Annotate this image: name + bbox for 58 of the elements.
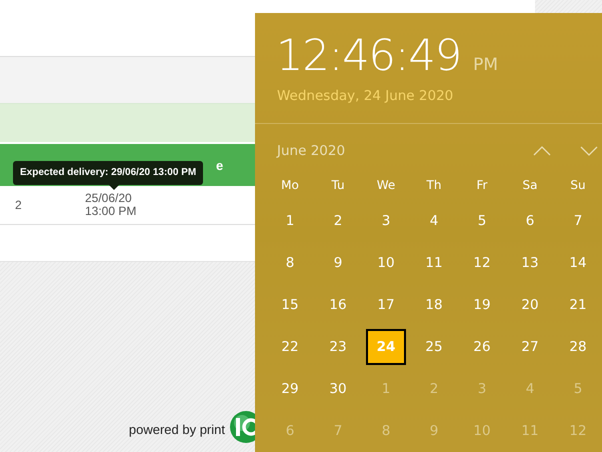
calendar-day[interactable]: 7: [320, 414, 356, 448]
column-header: e: [216, 158, 224, 172]
calendar-day[interactable]: 2: [320, 204, 356, 238]
calendar-day[interactable]: 10: [464, 414, 500, 448]
calendar-day[interactable]: 2: [416, 372, 452, 406]
calendar-day[interactable]: 21: [560, 288, 596, 322]
calendar-day[interactable]: 12: [464, 246, 500, 280]
calendar-day[interactable]: 15: [272, 288, 308, 322]
calendar-day[interactable]: 10: [368, 246, 404, 280]
calendar-day[interactable]: 6: [512, 204, 548, 238]
calendar-day[interactable]: 5: [560, 372, 596, 406]
calendar-day[interactable]: 3: [368, 204, 404, 238]
calendar-day[interactable]: 27: [512, 330, 548, 364]
calendar-day[interactable]: 14: [560, 246, 596, 280]
powered-by-text: powered by print: [128, 422, 225, 437]
calendar-day[interactable]: 19: [464, 288, 500, 322]
calendar-day[interactable]: 8: [272, 246, 308, 280]
clock-period: PM: [473, 55, 498, 75]
calendar-day[interactable]: 22: [272, 330, 308, 364]
calendar-day[interactable]: 20: [512, 288, 548, 322]
calendar-day[interactable]: 4: [416, 204, 452, 238]
calendar-day[interactable]: 6: [272, 414, 308, 448]
calendar-day[interactable]: 4: [512, 372, 548, 406]
calendar-day[interactable]: 30: [320, 372, 356, 406]
clock-time: 12:46:49: [276, 31, 462, 81]
date-link[interactable]: Wednesday, 24 June 2020: [266, 88, 454, 104]
calendar-day[interactable]: 23: [320, 330, 356, 364]
table-cell: 25/06/20 13:00 PM: [85, 192, 136, 218]
calendar-day[interactable]: 1: [272, 204, 308, 238]
calendar-day[interactable]: 16: [320, 288, 356, 322]
table-cell-text: 2: [15, 198, 23, 212]
calendar-day[interactable]: 24: [366, 329, 406, 365]
calendar-day[interactable]: 28: [560, 330, 596, 364]
weekday-label: Mo: [281, 178, 299, 194]
weekday-label: Tu: [331, 178, 345, 194]
calendar-day[interactable]: 1: [368, 372, 404, 406]
calendar-day[interactable]: 11: [512, 414, 548, 448]
calendar-day[interactable]: 17: [368, 288, 404, 322]
calendar-day[interactable]: 7: [560, 204, 596, 238]
calendar-day[interactable]: 25: [416, 330, 452, 364]
weekday-label: Th: [426, 178, 442, 194]
month-title[interactable]: June 2020: [277, 143, 533, 159]
calendar-day[interactable]: 3: [464, 372, 500, 406]
tooltip: Expected delivery: 29/06/20 13:00 PM: [13, 161, 204, 185]
calendar-day[interactable]: 11: [416, 246, 452, 280]
calendar-day[interactable]: 9: [320, 246, 356, 280]
weekday-label: Fr: [476, 178, 488, 194]
weekday-label: Su: [570, 178, 586, 194]
weekday-label: We: [376, 178, 396, 194]
weekday-label: Sa: [522, 178, 538, 194]
calendar-day[interactable]: 13: [512, 246, 548, 280]
calendar-day[interactable]: 12: [560, 414, 596, 448]
calendar-day[interactable]: 26: [464, 330, 500, 364]
calendar-day[interactable]: 5: [464, 204, 500, 238]
calendar-day[interactable]: 29: [272, 372, 308, 406]
calendar-day[interactable]: 8: [368, 414, 404, 448]
calendar-day[interactable]: 9: [416, 414, 452, 448]
calendar-day[interactable]: 18: [416, 288, 452, 322]
